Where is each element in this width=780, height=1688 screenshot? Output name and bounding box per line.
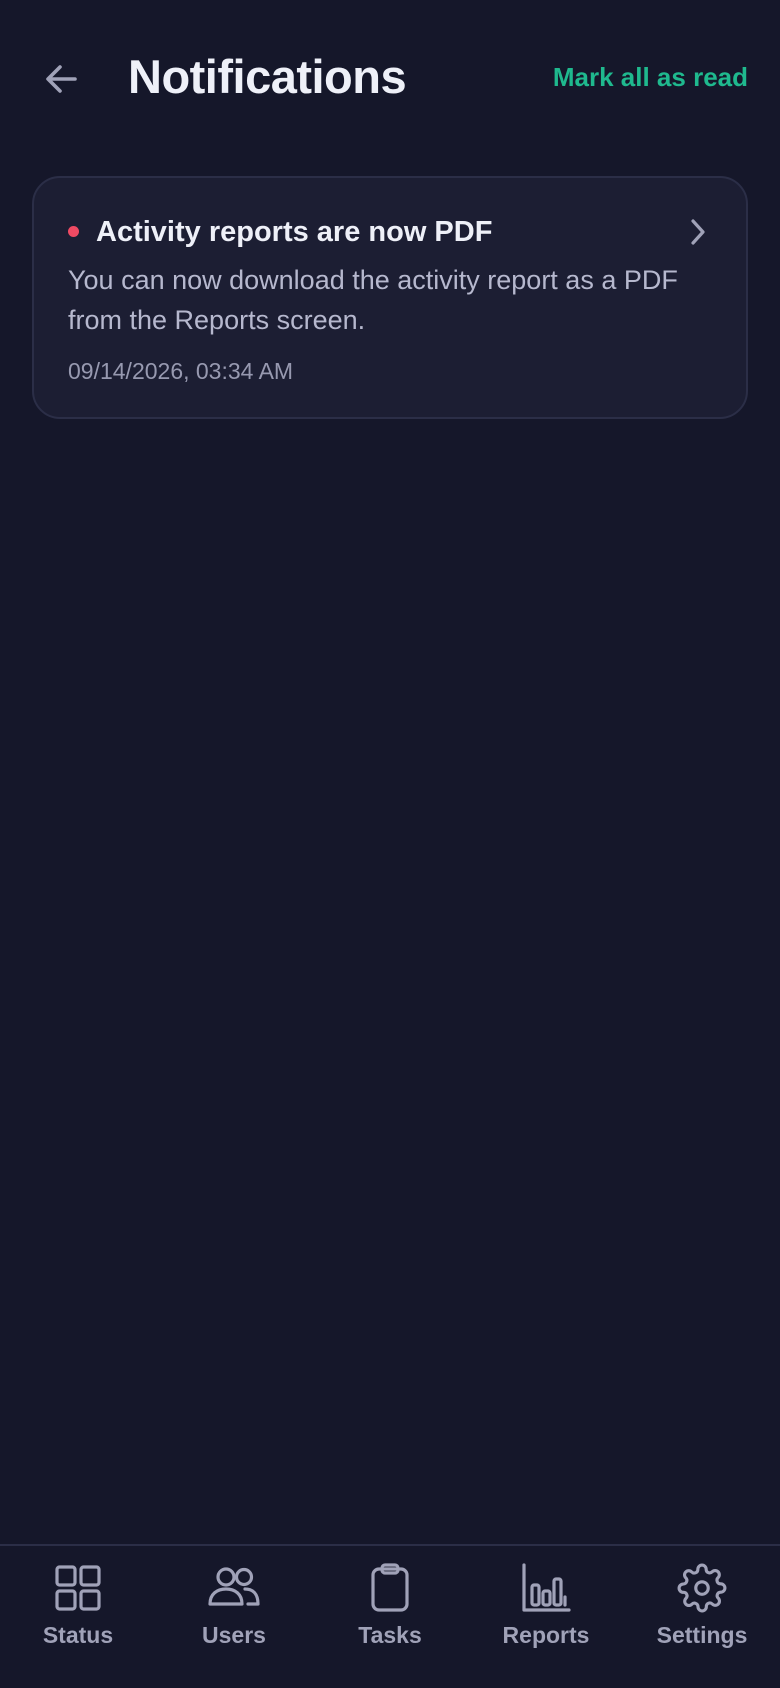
page-title: Notifications [128, 50, 407, 103]
mark-all-read-button[interactable]: Mark all as read [553, 60, 748, 94]
notification-timestamp: 09/14/2026, 03:34 AM [68, 358, 294, 384]
unread-indicator [68, 226, 79, 237]
bottom-nav: Status Users Tasks Reports Settings [0, 1544, 780, 1688]
nav-label-status: Status [42, 1622, 114, 1648]
back-button[interactable] [36, 54, 86, 104]
nav-label-reports: Reports [502, 1622, 590, 1648]
nav-item-reports[interactable]: Reports [468, 1546, 624, 1688]
users-icon [208, 1562, 260, 1614]
header: Notifications Mark all as read [0, 0, 780, 155]
nav-item-settings[interactable]: Settings [624, 1546, 780, 1688]
clipboard-icon [364, 1562, 416, 1614]
notifications-screen: Notifications Mark all as read Activity … [0, 0, 780, 1688]
bar-chart-icon [520, 1562, 572, 1614]
nav-label-settings: Settings [656, 1622, 748, 1648]
nav-item-tasks[interactable]: Tasks [312, 1546, 468, 1688]
nav-item-status[interactable]: Status [0, 1546, 156, 1688]
arrow-left-icon [46, 65, 77, 93]
notification-title: Activity reports are now PDF [96, 216, 493, 248]
notification-body: You can now download the activity report… [68, 265, 678, 335]
grid-icon [52, 1562, 104, 1614]
nav-label-users: Users [202, 1622, 266, 1648]
notification-card[interactable]: Activity reports are now PDF You can now… [32, 176, 748, 419]
chevron-right-icon [684, 216, 712, 248]
nav-label-tasks: Tasks [358, 1622, 422, 1648]
nav-item-users[interactable]: Users [156, 1546, 312, 1688]
gear-icon [676, 1562, 728, 1614]
